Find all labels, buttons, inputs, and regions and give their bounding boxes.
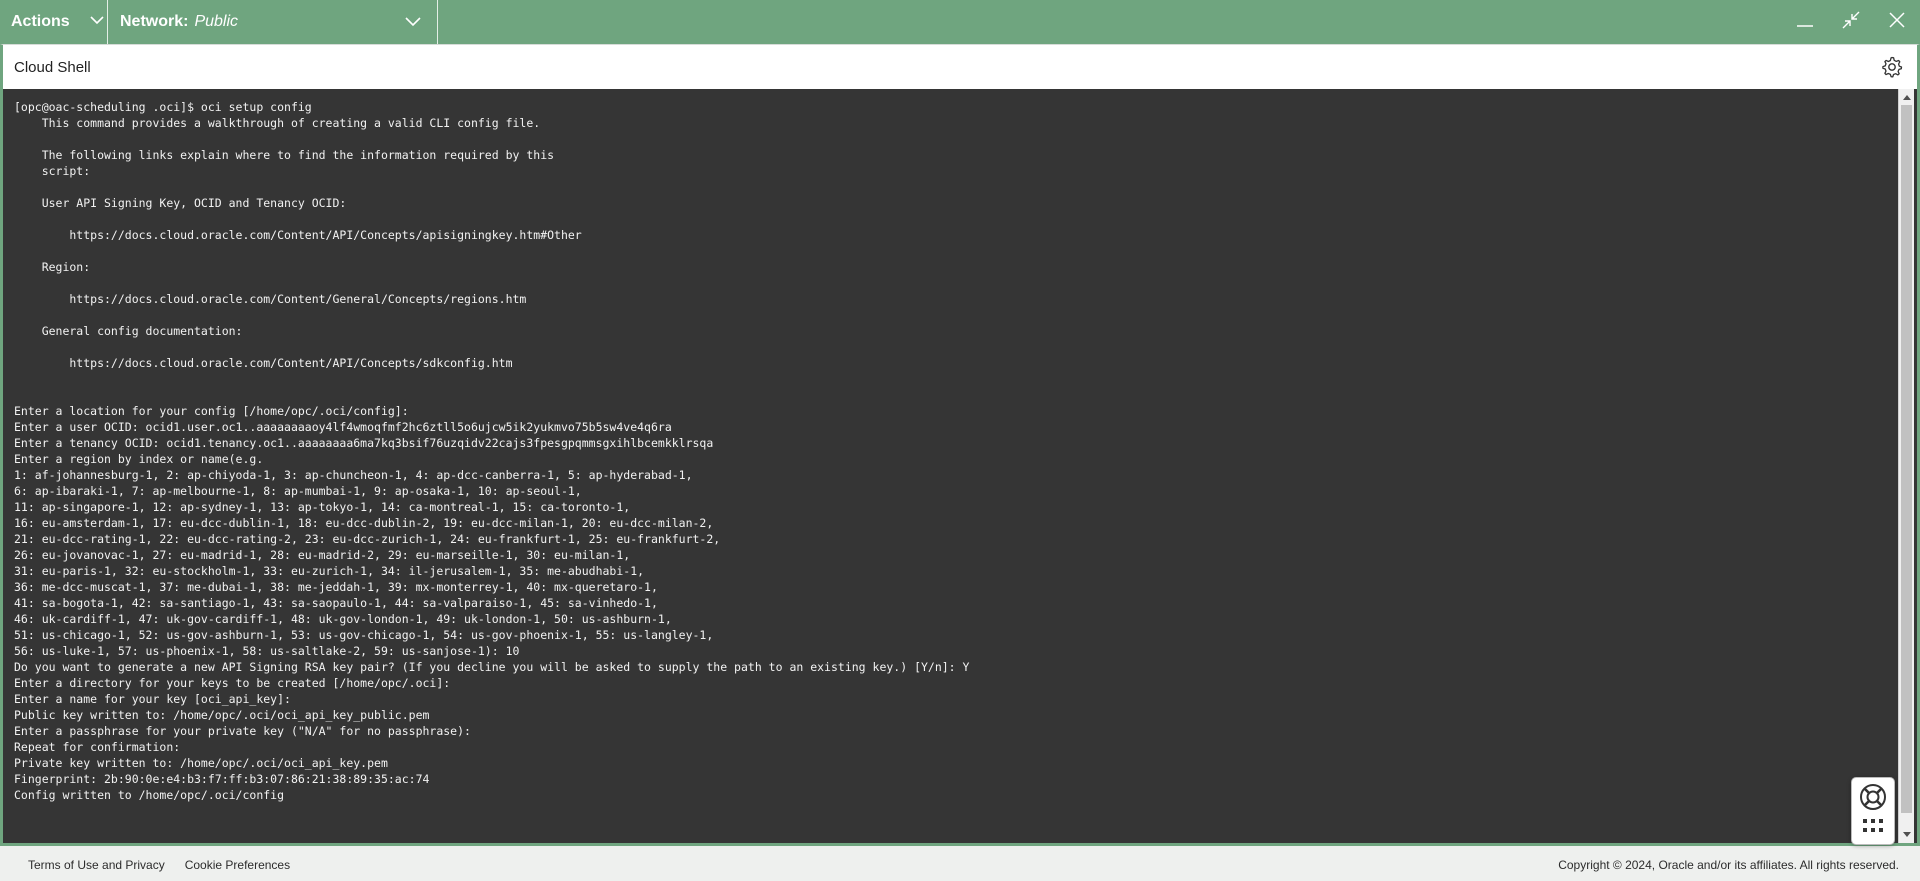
terminal-line: 51: us-chicago-1, 52: us-gov-ashburn-1, …: [14, 628, 714, 642]
terminal-line: Enter a passphrase for your private key …: [14, 724, 471, 738]
terminal-line: Public key written to: /home/opc/.oci/oc…: [14, 708, 430, 722]
lifebuoy-icon[interactable]: [1858, 782, 1888, 817]
terminal-line: Enter a region by index or name(e.g.: [14, 452, 264, 466]
terminal-area[interactable]: [opc@oac-scheduling .oci]$ oci setup con…: [0, 89, 1920, 846]
terminal-line: https://docs.cloud.oracle.com/Content/AP…: [14, 356, 513, 370]
chevron-down-icon: [405, 13, 421, 34]
scroll-up-arrow-icon[interactable]: [1899, 90, 1914, 104]
terminal-line: Enter a directory for your keys to be cr…: [14, 676, 451, 690]
terminal-line: Enter a location for your config [/home/…: [14, 404, 409, 418]
terminal-output: [opc@oac-scheduling .oci]$ oci setup con…: [14, 99, 1894, 803]
terminal-line: 31: eu-paris-1, 32: eu-stockholm-1, 33: …: [14, 564, 645, 578]
minimize-icon: [1795, 10, 1815, 35]
terminal-scrollbar[interactable]: [1898, 89, 1914, 843]
close-button[interactable]: [1874, 0, 1920, 44]
settings-button[interactable]: [1880, 55, 1904, 84]
help-widget[interactable]: [1851, 777, 1895, 845]
terminal-line: Repeat for confirmation:: [14, 740, 181, 754]
scroll-down-arrow-icon[interactable]: [1899, 828, 1914, 842]
terminal-line: Config written to /home/opc/.oci/config: [14, 788, 285, 802]
terms-link[interactable]: Terms of Use and Privacy: [28, 858, 165, 872]
terminal-line: User API Signing Key, OCID and Tenancy O…: [14, 196, 347, 210]
terminal-line: [opc@oac-scheduling .oci]$ oci setup con…: [14, 100, 312, 114]
chevron-down-icon: [90, 13, 104, 32]
cloud-shell-topbar: Actions Network: Public: [0, 0, 1920, 44]
terminal-line: Do you want to generate a new API Signin…: [14, 660, 970, 674]
network-select[interactable]: Network: Public: [108, 0, 438, 44]
terminal-line: Private key written to: /home/opc/.oci/o…: [14, 756, 388, 770]
terminal-line: Enter a user OCID: ocid1.user.oc1..aaaaa…: [14, 420, 672, 434]
scrollbar-thumb[interactable]: [1901, 105, 1912, 813]
network-label: Network:: [120, 13, 189, 30]
terminal-line: 46: uk-cardiff-1, 47: uk-gov-cardiff-1, …: [14, 612, 672, 626]
network-value: Public: [194, 13, 239, 30]
footer: Terms of Use and Privacy Cookie Preferen…: [0, 848, 1920, 881]
cloud-shell-header: Cloud Shell: [0, 44, 1920, 89]
terminal-line: https://docs.cloud.oracle.com/Content/AP…: [14, 228, 582, 242]
terminal-line: 26: eu-jovanovac-1, 27: eu-madrid-1, 28:…: [14, 548, 631, 562]
grid-icon[interactable]: [1861, 817, 1885, 840]
restore-button[interactable]: [1828, 0, 1874, 44]
minimize-button[interactable]: [1782, 0, 1828, 44]
terminal-line: This command provides a walkthrough of c…: [14, 116, 541, 130]
terminal-line: Enter a tenancy OCID: ocid1.tenancy.oc1.…: [14, 436, 714, 450]
terminal-line: General config documentation:: [14, 324, 243, 338]
terminal-line: 11: ap-singapore-1, 12: ap-sydney-1, 13:…: [14, 500, 631, 514]
terminal-line: 41: sa-bogota-1, 42: sa-santiago-1, 43: …: [14, 596, 658, 610]
terminal-line: 6: ap-ibaraki-1, 7: ap-melbourne-1, 8: a…: [14, 484, 582, 498]
terminal-line: https://docs.cloud.oracle.com/Content/Ge…: [14, 292, 527, 306]
terminal-line: Region:: [14, 260, 91, 274]
close-icon: [1888, 11, 1906, 34]
restore-icon: [1841, 10, 1861, 35]
actions-label: Actions: [11, 13, 70, 30]
terminal-line: Enter a name for your key [oci_api_key]:: [14, 692, 291, 706]
copyright-text: Copyright © 2024, Oracle and/or its affi…: [1558, 858, 1899, 872]
terminal-line: 21: eu-dcc-rating-1, 22: eu-dcc-rating-2…: [14, 532, 721, 546]
terminal-line: 36: me-dcc-muscat-1, 37: me-dubai-1, 38:…: [14, 580, 658, 594]
terminal-line: 56: us-luke-1, 57: us-phoenix-1, 58: us-…: [14, 644, 520, 658]
terminal-line: 1: af-johannesburg-1, 2: ap-chiyoda-1, 3…: [14, 468, 693, 482]
terminal-line: 16: eu-amsterdam-1, 17: eu-dcc-dublin-1,…: [14, 516, 714, 530]
terminal-line: Fingerprint: 2b:90:0e:e4:b3:f7:ff:b3:07:…: [14, 772, 430, 786]
actions-menu-button[interactable]: Actions: [0, 0, 108, 44]
gear-icon: [1880, 56, 1904, 83]
cookie-preferences-link[interactable]: Cookie Preferences: [185, 858, 290, 872]
terminal-line: script:: [14, 164, 91, 178]
terminal-line: The following links explain where to fin…: [14, 148, 555, 162]
page-title: Cloud Shell: [14, 58, 91, 76]
